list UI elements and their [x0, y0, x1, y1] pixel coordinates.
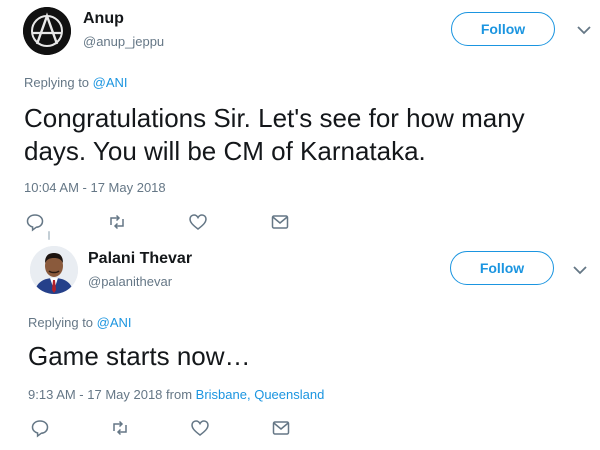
avatar[interactable]: [23, 7, 71, 55]
tweet-text-line: Congratulations Sir. Let's see for how m…: [24, 103, 525, 133]
retweet-icon[interactable]: [107, 212, 127, 232]
reply-prefix: Replying to: [28, 315, 94, 330]
user-handle[interactable]: @palanithevar: [88, 274, 172, 289]
display-name[interactable]: Palani Thevar: [88, 250, 192, 268]
location-separator: ,: [246, 387, 251, 402]
location-region-link[interactable]: Queensland: [254, 387, 324, 402]
timestamp-text[interactable]: 9:13 AM - 17 May 2018 from: [28, 387, 192, 402]
chevron-down-icon[interactable]: [576, 22, 592, 38]
display-name[interactable]: Anup: [83, 10, 124, 28]
reply-icon[interactable]: [30, 418, 50, 438]
retweet-icon[interactable]: [110, 418, 130, 438]
anarchy-logo-icon: [23, 7, 71, 55]
timestamp: 9:13 AM - 17 May 2018 from Brisbane, Que…: [28, 387, 324, 402]
tweet: Palani Thevar @palanithevar Follow Reply…: [0, 238, 600, 450]
tweet-text-line: Game starts now…: [28, 341, 251, 371]
tweet-text-line: days. You will be CM of Karnataka.: [24, 136, 426, 166]
mention-link[interactable]: @ANI: [93, 75, 128, 90]
reply-icon[interactable]: [25, 212, 45, 232]
follow-button[interactable]: Follow: [450, 251, 554, 285]
replying-to: Replying to @ANI: [24, 75, 128, 90]
chevron-down-icon[interactable]: [572, 262, 588, 278]
user-handle[interactable]: @anup_jeppu: [83, 34, 164, 49]
tweet: Anup @anup_jeppu Follow Replying to @ANI…: [0, 0, 600, 238]
reply-prefix: Replying to: [24, 75, 90, 90]
like-icon[interactable]: [188, 212, 208, 232]
replying-to: Replying to @ANI: [28, 315, 132, 330]
person-avatar-icon: [30, 246, 78, 294]
timestamp[interactable]: 10:04 AM - 17 May 2018: [24, 180, 166, 195]
avatar[interactable]: [30, 246, 78, 294]
message-icon[interactable]: [271, 418, 291, 438]
like-icon[interactable]: [190, 418, 210, 438]
message-icon[interactable]: [270, 212, 290, 232]
mention-link[interactable]: @ANI: [97, 315, 132, 330]
follow-button[interactable]: Follow: [451, 12, 555, 46]
location-city-link[interactable]: Brisbane: [196, 387, 247, 402]
